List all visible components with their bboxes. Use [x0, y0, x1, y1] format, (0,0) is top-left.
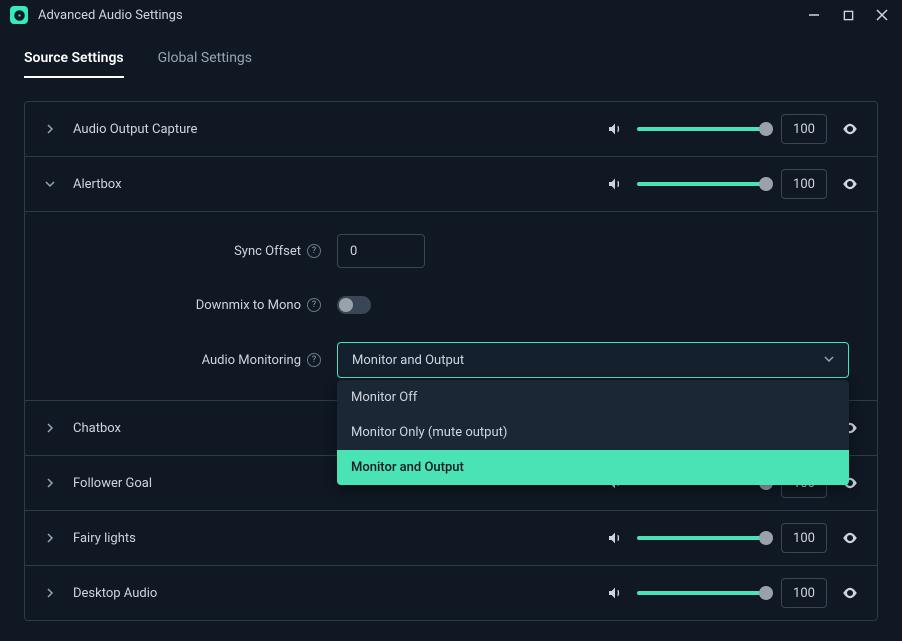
- source-name-label: Fairy lights: [73, 531, 591, 546]
- chevron-right-icon[interactable]: [43, 476, 57, 490]
- app-icon: [10, 6, 28, 24]
- eye-icon[interactable]: [841, 584, 859, 602]
- eye-icon[interactable]: [841, 120, 859, 138]
- maximize-button[interactable]: [838, 10, 858, 21]
- chevron-right-icon[interactable]: [43, 421, 57, 435]
- downmix-label: Downmix to Mono: [196, 298, 301, 313]
- source-name-label: Desktop Audio: [73, 586, 591, 601]
- setting-audio-monitoring: Audio Monitoring ? Monitor and Output Mo…: [43, 342, 859, 378]
- source-row: Alertbox: [25, 157, 877, 212]
- titlebar: Advanced Audio Settings: [0, 0, 902, 30]
- help-icon[interactable]: ?: [307, 298, 321, 312]
- volume-slider[interactable]: [637, 536, 767, 540]
- sources-panel: Audio Output Capture Alertbox: [24, 101, 878, 621]
- volume-slider[interactable]: [637, 127, 767, 131]
- monitoring-selected-value: Monitor and Output: [352, 353, 464, 368]
- speaker-icon[interactable]: [607, 585, 623, 601]
- source-row: Desktop Audio: [25, 566, 877, 620]
- source-expanded-panel: Sync Offset ? Downmix to Mono ? Audio Mo…: [25, 212, 877, 401]
- speaker-icon[interactable]: [607, 530, 623, 546]
- help-icon[interactable]: ?: [307, 353, 321, 367]
- tab-global-settings[interactable]: Global Settings: [158, 50, 252, 78]
- help-icon[interactable]: ?: [307, 244, 321, 258]
- setting-sync-offset: Sync Offset ?: [43, 234, 859, 268]
- eye-icon[interactable]: [841, 529, 859, 547]
- slider-thumb[interactable]: [759, 177, 773, 191]
- close-button[interactable]: [872, 9, 892, 21]
- downmix-toggle[interactable]: [337, 296, 371, 314]
- tab-source-settings[interactable]: Source Settings: [24, 50, 124, 78]
- window-title: Advanced Audio Settings: [38, 8, 794, 23]
- volume-slider[interactable]: [637, 591, 767, 595]
- toggle-knob: [339, 298, 353, 312]
- minimize-button[interactable]: [804, 9, 824, 21]
- source-row: Fairy lights: [25, 511, 877, 566]
- source-name-label: Audio Output Capture: [73, 122, 591, 137]
- chevron-right-icon[interactable]: [43, 586, 57, 600]
- tabs: Source Settings Global Settings: [24, 50, 878, 79]
- monitoring-option-only[interactable]: Monitor Only (mute output): [337, 415, 849, 450]
- chevron-right-icon[interactable]: [43, 531, 57, 545]
- speaker-icon[interactable]: [607, 121, 623, 137]
- monitoring-option-off[interactable]: Monitor Off: [337, 380, 849, 415]
- volume-slider[interactable]: [637, 182, 767, 186]
- volume-input[interactable]: [781, 169, 827, 199]
- slider-thumb[interactable]: [759, 586, 773, 600]
- slider-thumb[interactable]: [759, 122, 773, 136]
- eye-icon[interactable]: [841, 175, 859, 193]
- sync-offset-label: Sync Offset: [234, 244, 301, 259]
- chevron-down-icon: [824, 353, 834, 368]
- volume-input[interactable]: [781, 578, 827, 608]
- sync-offset-input[interactable]: [337, 234, 425, 268]
- source-name-label: Alertbox: [73, 177, 591, 192]
- speaker-icon[interactable]: [607, 176, 623, 192]
- monitoring-select[interactable]: Monitor and Output: [337, 342, 849, 378]
- monitoring-label: Audio Monitoring: [202, 353, 301, 368]
- chevron-right-icon[interactable]: [43, 122, 57, 136]
- volume-input[interactable]: [781, 114, 827, 144]
- chevron-down-icon[interactable]: [43, 177, 57, 191]
- setting-downmix-mono: Downmix to Mono ?: [43, 296, 859, 314]
- monitoring-option-and-output[interactable]: Monitor and Output: [337, 450, 849, 485]
- source-row: Audio Output Capture: [25, 102, 877, 157]
- volume-input[interactable]: [781, 523, 827, 553]
- slider-thumb[interactable]: [759, 531, 773, 545]
- monitoring-dropdown: Monitor Off Monitor Only (mute output) M…: [337, 380, 849, 485]
